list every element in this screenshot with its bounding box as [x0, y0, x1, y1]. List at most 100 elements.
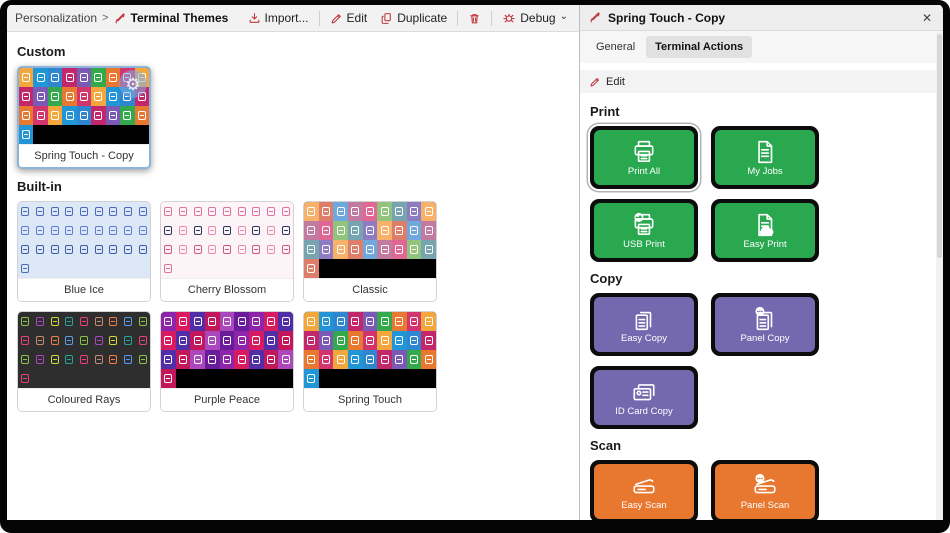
- panel-edit-label: Edit: [606, 76, 625, 88]
- terminal-action-easy-copy[interactable]: Easy Copy: [590, 293, 698, 356]
- theme-tile: [377, 221, 392, 240]
- theme-tile: [234, 312, 249, 331]
- usb-printer-icon: [631, 212, 657, 238]
- mini-icon: [109, 355, 117, 364]
- mini-icon: [208, 226, 216, 235]
- terminal-action-panel-copy[interactable]: Panel Copy: [711, 293, 819, 356]
- theme-card[interactable]: Coloured Rays: [17, 311, 151, 412]
- terminal-action-panel-scan[interactable]: Panel Scan: [711, 460, 819, 520]
- theme-tile: [33, 350, 48, 369]
- mini-icon: [164, 207, 172, 216]
- theme-tile: [278, 240, 293, 259]
- mini-icon: [139, 207, 147, 216]
- mini-icon: [124, 207, 132, 216]
- mini-icon: [351, 317, 359, 326]
- theme-tile: [363, 369, 378, 388]
- theme-card[interactable]: Classic: [303, 201, 437, 302]
- theme-tile: [363, 240, 378, 259]
- terminal-action-usb-print[interactable]: USB Print: [590, 199, 698, 262]
- mini-icon: [425, 317, 433, 326]
- theme-tile: [392, 259, 407, 278]
- terminal-action-easy-print[interactable]: Easy Print: [711, 199, 819, 262]
- theme-card[interactable]: Spring Touch: [303, 311, 437, 412]
- theme-tile: [47, 331, 62, 350]
- theme-tile: [407, 259, 422, 278]
- debug-button[interactable]: Debug ⌄: [499, 9, 571, 27]
- theme-tile: [91, 331, 106, 350]
- theme-tile: [161, 259, 176, 278]
- theme-tile: [333, 202, 348, 221]
- theme-card[interactable]: Cherry Blossom: [160, 201, 294, 302]
- theme-card[interactable]: Purple Peace: [160, 311, 294, 412]
- theme-tile: [91, 240, 106, 259]
- mini-icon: [208, 317, 216, 326]
- breadcrumb-parent[interactable]: Personalization: [15, 11, 97, 25]
- copy-icon: [380, 12, 393, 25]
- mini-icon: [223, 355, 231, 364]
- mini-icon: [36, 245, 44, 254]
- close-icon[interactable]: ✕: [920, 11, 934, 25]
- tab-terminal-actions[interactable]: Terminal Actions: [646, 36, 752, 58]
- terminal-action-print-all[interactable]: Print All: [590, 126, 698, 189]
- import-button[interactable]: Import...: [245, 9, 312, 27]
- theme-tile: [33, 202, 48, 221]
- theme-tile: [264, 240, 279, 259]
- theme-tile: [62, 68, 76, 87]
- mini-icon: [322, 355, 330, 364]
- custom-section-heading: Custom: [17, 44, 569, 59]
- mini-icon: [238, 355, 246, 364]
- delete-button[interactable]: [465, 10, 484, 27]
- theme-tile: [77, 125, 91, 144]
- mini-icon: [381, 226, 389, 235]
- tab-general[interactable]: General: [587, 36, 644, 58]
- theme-tile: [220, 369, 235, 388]
- mini-icon: [80, 226, 88, 235]
- theme-tile: [278, 221, 293, 240]
- theme-tile: [161, 350, 176, 369]
- theme-tile: [62, 87, 76, 106]
- theme-tile: [121, 369, 136, 388]
- mini-icon: [164, 317, 172, 326]
- theme-tile: [377, 350, 392, 369]
- terminal-action-label: Easy Scan: [621, 500, 666, 511]
- mini-icon: [366, 226, 374, 235]
- theme-tile: [91, 221, 106, 240]
- theme-tile: [205, 350, 220, 369]
- theme-tile: [33, 259, 48, 278]
- theme-tile: [348, 240, 363, 259]
- mini-icon: [194, 245, 202, 254]
- scrollbar-thumb[interactable]: [937, 34, 942, 258]
- theme-tile: [304, 369, 319, 388]
- terminal-action-easy-scan[interactable]: Easy Scan: [590, 460, 698, 520]
- scrollbar[interactable]: [936, 32, 943, 520]
- edit-button[interactable]: Edit: [327, 9, 371, 27]
- mini-icon: [366, 245, 374, 254]
- mini-icon: [267, 245, 275, 254]
- panel-edit-button[interactable]: Edit: [580, 70, 943, 93]
- mini-icon: [351, 245, 359, 254]
- mini-icon: [395, 317, 403, 326]
- theme-tile: [333, 221, 348, 240]
- theme-name-label: Spring Touch - Copy: [19, 144, 149, 167]
- theme-card[interactable]: Spring Touch - Copy⚙: [17, 66, 151, 169]
- theme-tile: [278, 331, 293, 350]
- theme-tile: [363, 259, 378, 278]
- theme-tile: [304, 259, 319, 278]
- mini-icon: [65, 226, 73, 235]
- theme-tile: [377, 259, 392, 278]
- theme-tile: [421, 240, 436, 259]
- mini-icon: [66, 92, 74, 101]
- theme-tile: [18, 350, 33, 369]
- terminal-action-id-card-copy[interactable]: ID Card Copy: [590, 366, 698, 429]
- theme-tile: [77, 350, 92, 369]
- duplicate-button[interactable]: Duplicate: [377, 9, 450, 27]
- theme-tile: [392, 331, 407, 350]
- mini-icon: [307, 264, 315, 273]
- terminal-action-my-jobs[interactable]: My Jobs: [711, 126, 819, 189]
- theme-tile: [33, 125, 47, 144]
- mini-icon: [36, 207, 44, 216]
- theme-card[interactable]: Blue Ice: [17, 201, 151, 302]
- terminal-action-label: Panel Scan: [741, 500, 790, 511]
- theme-tile: [190, 221, 205, 240]
- theme-tile: [121, 259, 136, 278]
